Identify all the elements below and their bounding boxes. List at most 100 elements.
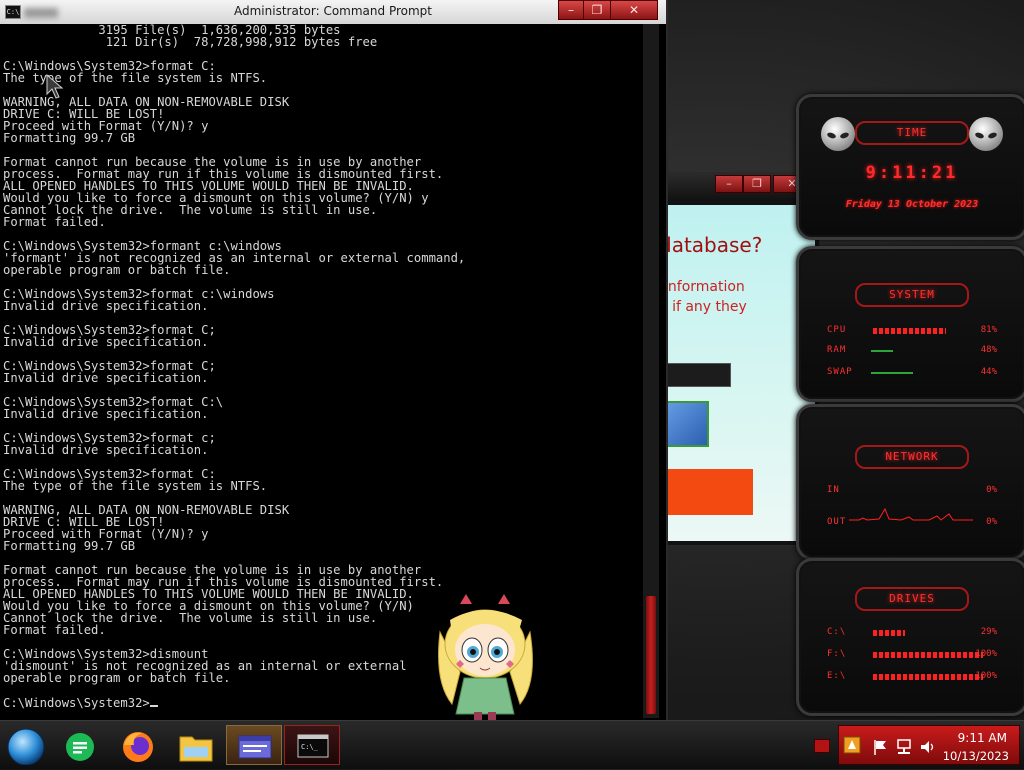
taskbar-app-notes[interactable] [52,725,108,765]
taskbar: C:\_ 9:11 AM 10/13/2023 [0,720,1024,769]
ram-label: RAM [827,345,847,355]
network-gadget[interactable]: NETWORK IN 0% OUT 0% [796,404,1024,560]
drives-gadget[interactable]: DRIVES C:\ 29% F:\ 100% E:\ 100% [796,558,1024,716]
network-icon[interactable] [895,738,913,756]
background-dialog-titlebar[interactable]: – ❐ ✕ [657,173,819,201]
gadget-clock: 9:11:21 [865,163,959,183]
cpu-row: CPU 81% [827,325,997,339]
swap-value: 44% [980,367,997,377]
taskbar-app-control-panel[interactable] [226,725,282,765]
console-line: Format failed. [3,215,106,229]
console-line: Invalid drive specification. [3,371,209,385]
console-line: Invalid drive specification. [3,407,209,421]
drive-meter [873,652,983,658]
taskbar-app-command-prompt[interactable]: C:\_ [284,725,340,765]
console-line: Formatting 99.7 GB [3,131,136,145]
system-header: SYSTEM [855,283,969,307]
alien-head-icon [969,117,1003,151]
drive-value: 29% [980,627,997,637]
console-line: Formatting 99.7 GB [3,539,136,553]
drive-label: C:\ [827,627,847,637]
console-line: Format failed. [3,623,106,637]
cpu-label: CPU [827,325,847,335]
console-line: Invalid drive specification. [3,443,209,457]
scrollbar-thumb[interactable] [646,596,656,714]
drive-value: 100% [975,649,997,659]
tray-clock[interactable]: 9:11 AM [958,731,1007,745]
network-in-value: 0% [986,485,997,495]
console-prompt-line[interactable]: C:\Windows\System32> [3,696,641,709]
network-out-label: OUT [827,517,847,527]
drive-row: C:\ 29% [827,627,997,641]
network-in-label: IN [827,485,840,495]
network-in-row: IN 0% [827,485,997,499]
command-prompt-window[interactable]: C:\ Administrator: Command Prompt – ❐ ✕ … [0,0,668,720]
drive-meter [873,674,983,680]
drive-label: E:\ [827,671,847,681]
folder-icon [179,736,213,762]
maximize-button[interactable]: ❐ [583,0,611,20]
cpu-value: 81% [980,325,997,335]
firefox-icon [123,732,153,762]
system-tray[interactable]: 9:11 AM 10/13/2023 [838,725,1020,765]
notes-icon [66,733,94,761]
action-center-flag-icon[interactable] [871,738,889,756]
drive-label: F:\ [827,649,847,659]
dialog-action-button[interactable] [659,469,753,515]
window-titlebar[interactable]: C:\ Administrator: Command Prompt – ❐ ✕ [0,0,666,24]
ram-meter [871,350,893,352]
tray-date[interactable]: 10/13/2023 [943,749,1009,763]
swap-row: SWAP 44% [827,367,997,381]
taskbar-app-firefox[interactable] [110,725,166,765]
drives-header: DRIVES [855,587,969,611]
command-prompt-icon: C:\_ [297,734,329,758]
volume-icon[interactable] [919,738,937,756]
console-output[interactable]: 3195 File(s) 1,636,200,535 bytes 121 Dir… [3,24,641,718]
console-line: The type of the file system is NTFS. [3,479,268,493]
system-gadget[interactable]: SYSTEM CPU 81% RAM 48% SWAP 44% [796,246,1024,402]
console-line: Invalid drive specification. [3,335,209,349]
dialog-text-line: information [664,279,745,295]
time-gadget[interactable]: TIME 9:11:21 Friday 13 October 2023 [796,94,1024,240]
drive-value: 100% [975,671,997,681]
drive-row: F:\ 100% [827,649,997,663]
tray-app-icon[interactable] [843,736,861,754]
text-cursor [149,696,158,707]
start-button[interactable] [0,725,56,766]
ram-row: RAM 48% [827,345,997,359]
dialog-input-field[interactable] [659,363,731,387]
console-prompt: C:\Windows\System32> [3,696,150,710]
network-out-row: OUT 0% [827,517,997,531]
show-hidden-icons-arrow[interactable] [814,739,830,753]
taskbar-app-file-explorer[interactable] [168,725,224,765]
minimize-button[interactable]: – [715,175,743,193]
time-header: TIME [855,121,969,145]
network-out-value: 0% [986,517,997,527]
minimize-button[interactable]: – [558,0,584,20]
dialog-question: database? [659,233,763,257]
dialog-text-line: e if any they [659,299,747,315]
console-line: The type of the file system is NTFS. [3,71,268,85]
cartoon-character-sticker [438,594,533,720]
background-dialog-content: database? information e if any they [659,205,815,541]
cpu-meter [873,328,946,334]
drive-meter [873,630,905,636]
vertical-scrollbar[interactable] [643,24,659,718]
gadget-date: Friday 13 October 2023 [845,199,979,210]
console-line: operable program or batch file. [3,263,231,277]
console-line: operable program or batch file. [3,671,231,685]
drive-row: E:\ 100% [827,671,997,685]
swap-label: SWAP [827,367,853,377]
window-app-icon [238,735,272,759]
swap-meter [871,372,913,374]
mouse-pointer-icon [46,74,64,99]
console-line: 121 Dir(s) 78,728,998,912 bytes free [3,35,378,49]
maximize-button[interactable]: ❐ [743,175,771,193]
close-button[interactable]: ✕ [610,0,658,20]
network-header: NETWORK [855,445,969,469]
console-line: Invalid drive specification. [3,299,209,313]
alien-head-icon [821,117,855,151]
svg-text:C:\_: C:\_ [301,743,319,751]
ram-value: 48% [980,345,997,355]
